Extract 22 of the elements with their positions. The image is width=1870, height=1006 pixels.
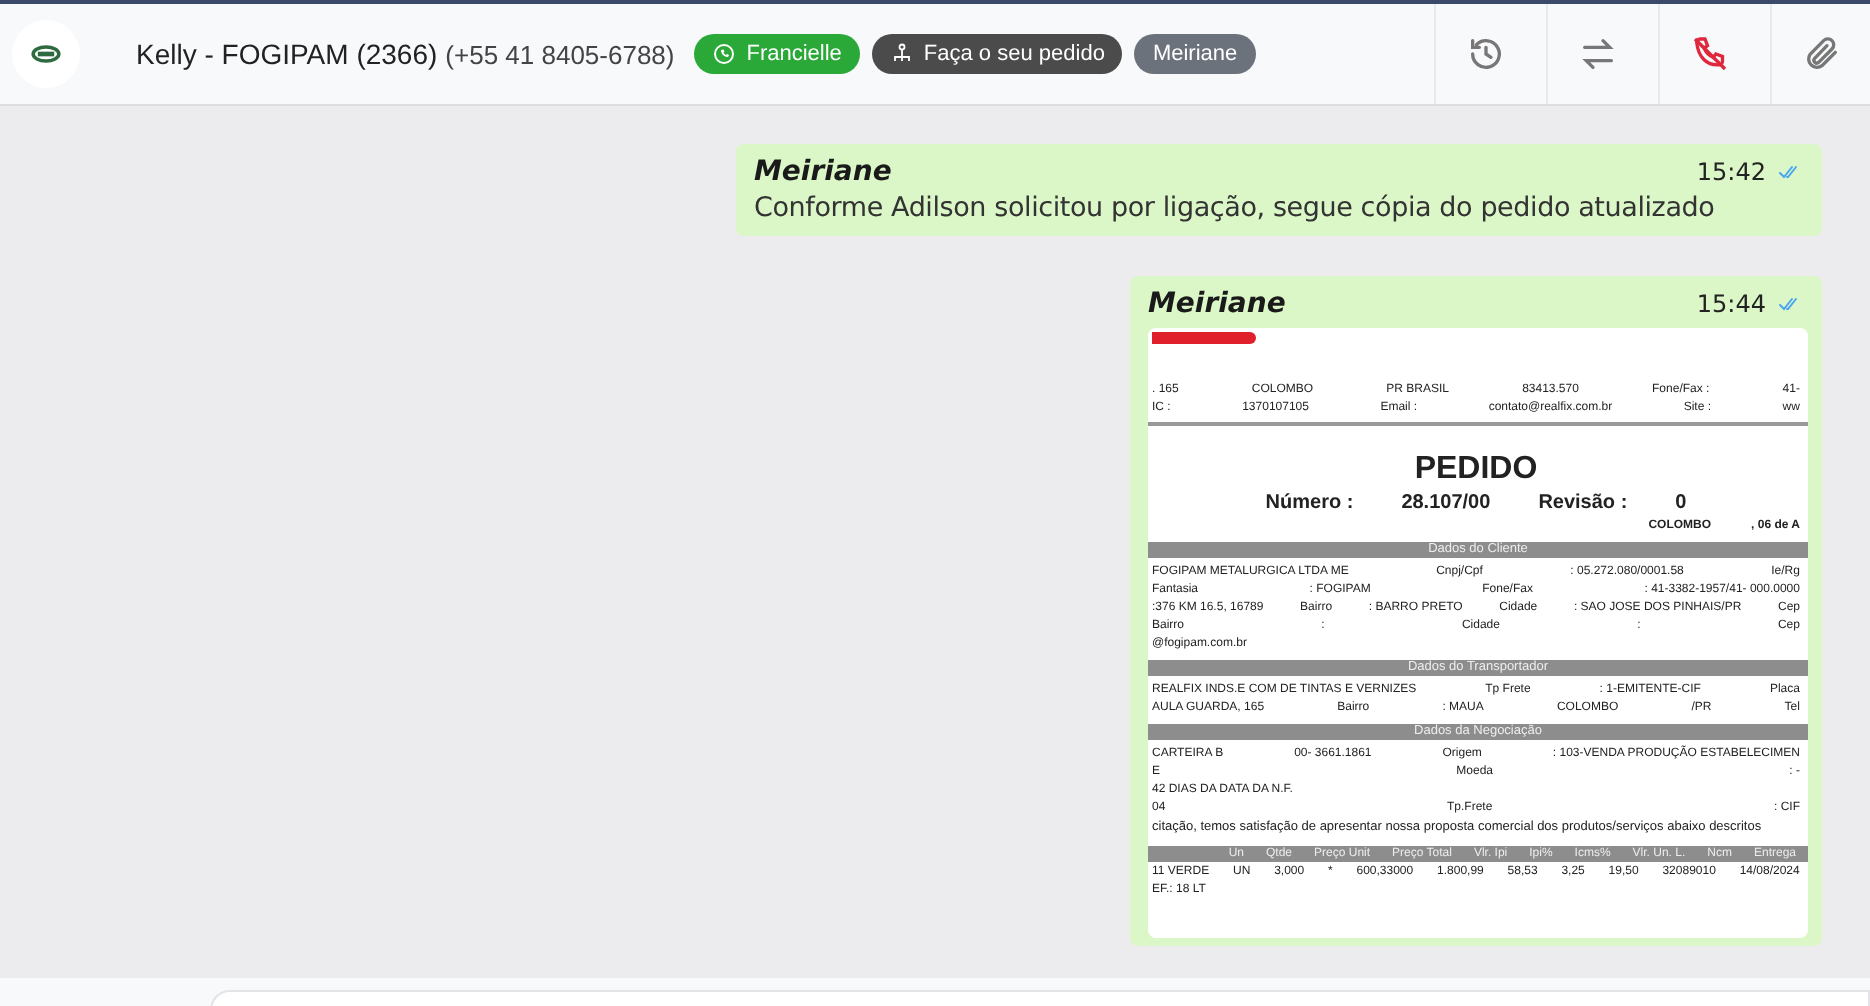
history-icon: [1465, 34, 1505, 74]
phone-number: (+55 41 8405-6788): [445, 40, 675, 70]
network-icon: [889, 42, 914, 66]
sender-name: Meiriane: [1148, 288, 1286, 320]
document-text: 28.107/00: [1401, 492, 1491, 516]
message-time: 15:42: [1696, 158, 1766, 186]
contact-name: Kelly - FOGIPAM (2366): [136, 38, 438, 70]
phone-bubble-icon: [712, 42, 737, 66]
document-text: Número :: [1265, 492, 1354, 516]
agent-tag[interactable]: Meiriane: [1134, 34, 1256, 74]
phone-off-icon: [1689, 34, 1729, 74]
channel-tag[interactable]: Francielle: [694, 34, 860, 74]
message-time: 15:44: [1696, 290, 1766, 318]
document-title: PEDIDO: [1414, 452, 1538, 488]
document-text: 0: [1675, 492, 1687, 516]
message-text: Conforme Adilson solicitou por ligação, segue cópia do pedido atualizado: [754, 192, 1717, 224]
order-button[interactable]: Faça o seu pedido: [871, 34, 1123, 74]
paperclip-icon: [1801, 34, 1841, 74]
sender-name: Meiriane: [754, 156, 892, 188]
document-text: Revisão :: [1538, 492, 1628, 516]
swap-arrows-icon: [1577, 34, 1617, 74]
brand-strip: [1152, 332, 1256, 344]
